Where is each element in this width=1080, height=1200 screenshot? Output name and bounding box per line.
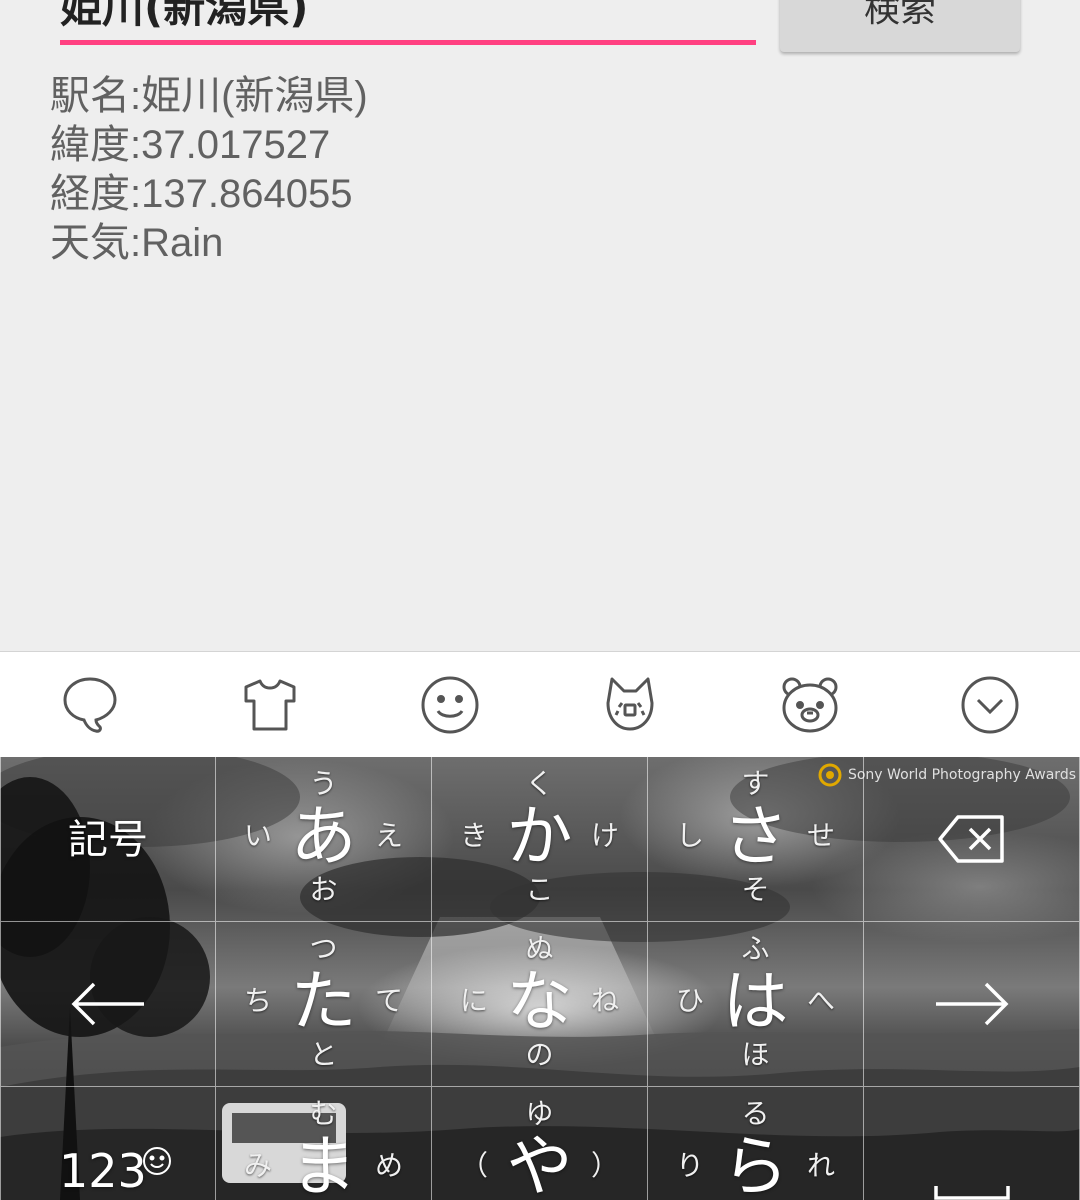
toolbar-theme-button[interactable] [180,652,360,757]
longitude-text: 経度:137.864055 [50,172,353,216]
small-smiley-icon [143,1147,171,1175]
key-cursor-left[interactable] [0,922,216,1087]
key-ka-bottom: こ [525,873,554,906]
toolbar-sticker-button[interactable] [720,652,900,757]
smiley-icon [421,676,479,733]
key-ta[interactable]: つ ち た て と [216,922,432,1087]
key-na[interactable]: ぬ に な ね の [432,922,648,1087]
key-ha-bottom: ほ [741,1038,770,1071]
key-na-top: ぬ [525,932,554,965]
search-input-underline [60,40,756,45]
station-search-input[interactable]: 姫川(新潟県) [60,0,756,38]
key-ma-right: め [374,1149,403,1182]
key-ya-top: ゆ [525,1097,554,1130]
key-ka-top: く [525,767,554,800]
key-ha-right: へ [806,984,835,1017]
key-sa[interactable]: す し さ せ そ [648,757,864,922]
tshirt-icon [244,679,296,730]
key-ta-right: て [374,984,403,1017]
arrow-right-icon [935,982,1008,1026]
key-sa-bottom: そ [741,873,770,906]
key-ya[interactable]: ゆ （ や ） [432,1087,648,1200]
key-sa-right: せ [806,819,835,852]
backspace-icon [937,815,1004,863]
key-a-top: う [309,767,338,800]
speech-bubble-icon [63,676,117,733]
key-a-bottom: お [309,873,338,906]
key-ta-bottom: と [309,1038,338,1071]
key-kigo[interactable]: 記号 [0,757,216,922]
key-na-bottom: の [525,1038,554,1071]
flick-keyboard: Sony World Photography Awards 記号 う い あ え… [0,757,1080,1200]
key-ta-top: つ [309,932,338,965]
bear-face-icon [782,677,838,732]
key-kigo-label: 記号 [68,817,148,863]
key-space[interactable] [864,1087,1080,1200]
key-grid: 記号 う い あ え お く き か け こ す し さ せ そ つ ち た て… [0,757,1080,1200]
key-number-mode[interactable]: 123 [0,1087,216,1200]
key-ra-top: る [741,1097,770,1130]
key-cursor-right[interactable] [864,922,1080,1087]
toolbar-speech-button[interactable] [0,652,180,757]
key-sa-top: す [741,767,770,800]
chevron-down-icon [961,676,1019,733]
key-ha[interactable]: ふ ひ は へ ほ [648,922,864,1087]
arrow-left-icon [71,982,144,1026]
key-na-right: ね [590,984,619,1017]
key-ma[interactable]: む み ま め [216,1087,432,1200]
weather-text: 天気:Rain [50,221,224,265]
key-ma-top: む [309,1097,338,1130]
key-ra[interactable]: る り ら れ [648,1087,864,1200]
key-backspace[interactable] [864,757,1080,922]
station-result: 駅名:姫川(新潟県) 緯度:37.017527 経度:137.864055 天気… [50,72,368,268]
search-button[interactable]: 検索 [780,0,1020,52]
station-name-text: 駅名:姫川(新潟県) [50,74,368,118]
keyboard-toolbar [0,651,1080,757]
key-ha-top: ふ [741,932,770,965]
key-a-right: え [374,819,403,852]
toolbar-hide-keyboard-button[interactable] [900,652,1080,757]
toolbar-kaomoji-button[interactable] [540,652,720,757]
space-icon [933,1186,1010,1200]
key-a[interactable]: う い あ え お [216,757,432,922]
key-ya-right: ） [590,1149,619,1182]
cat-face-icon [606,677,654,730]
latitude-text: 緯度:37.017527 [50,123,331,167]
key-number-label: 123 [59,1144,147,1198]
key-ka-right: け [590,819,619,852]
toolbar-emoji-button[interactable] [360,652,540,757]
key-ra-right: れ [806,1149,835,1182]
key-ka[interactable]: く き か け こ [432,757,648,922]
